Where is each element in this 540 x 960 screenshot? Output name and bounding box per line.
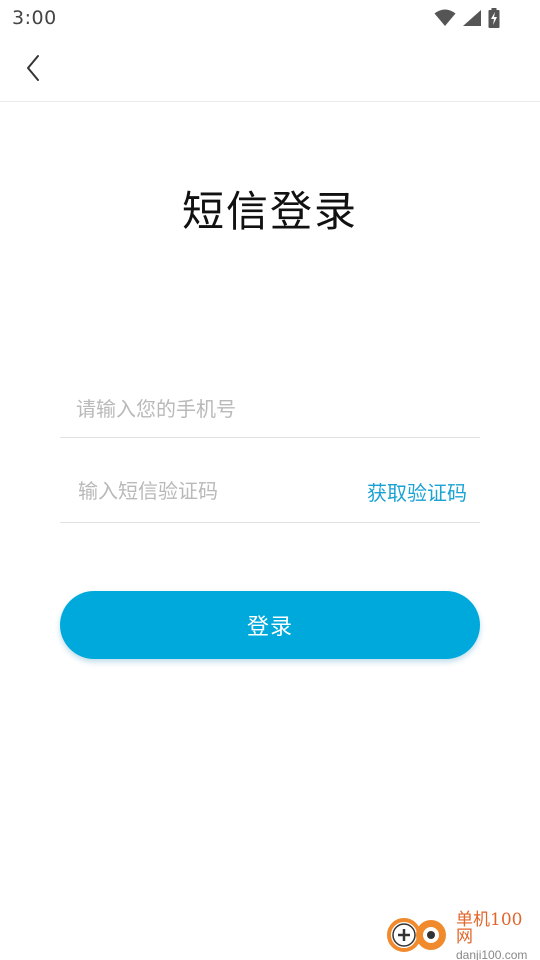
signal-icon xyxy=(462,9,482,27)
battery-charging-icon xyxy=(488,8,500,28)
watermark: 单机100网 danji100.com xyxy=(386,909,536,960)
phone-input[interactable] xyxy=(60,380,480,437)
watermark-logo-icon xyxy=(386,914,450,958)
page-title: 短信登录 xyxy=(181,187,358,236)
status-bar: 3:00 xyxy=(0,0,540,36)
status-icons xyxy=(434,8,500,28)
back-button[interactable] xyxy=(14,50,54,90)
login-button[interactable]: 登录 xyxy=(60,591,480,659)
watermark-url: danji100.com xyxy=(456,947,528,960)
sms-login-screen: 3:00 短信登录 请输入您的手机号 输入短信验证码 获取验证码 登录 单机10… xyxy=(0,0,540,960)
get-code-button[interactable]: 获取验证码 xyxy=(367,477,480,506)
app-bar xyxy=(0,36,540,102)
watermark-text: 单机100网 danji100.com xyxy=(456,909,536,960)
code-field-row: 获取验证码 xyxy=(60,460,480,523)
wifi-icon xyxy=(434,9,456,27)
phone-field-row xyxy=(60,380,480,438)
verification-code-input[interactable] xyxy=(60,460,367,522)
chevron-left-icon xyxy=(25,54,43,86)
watermark-title: 单机100网 xyxy=(456,909,523,947)
status-time: 3:00 xyxy=(12,7,57,29)
